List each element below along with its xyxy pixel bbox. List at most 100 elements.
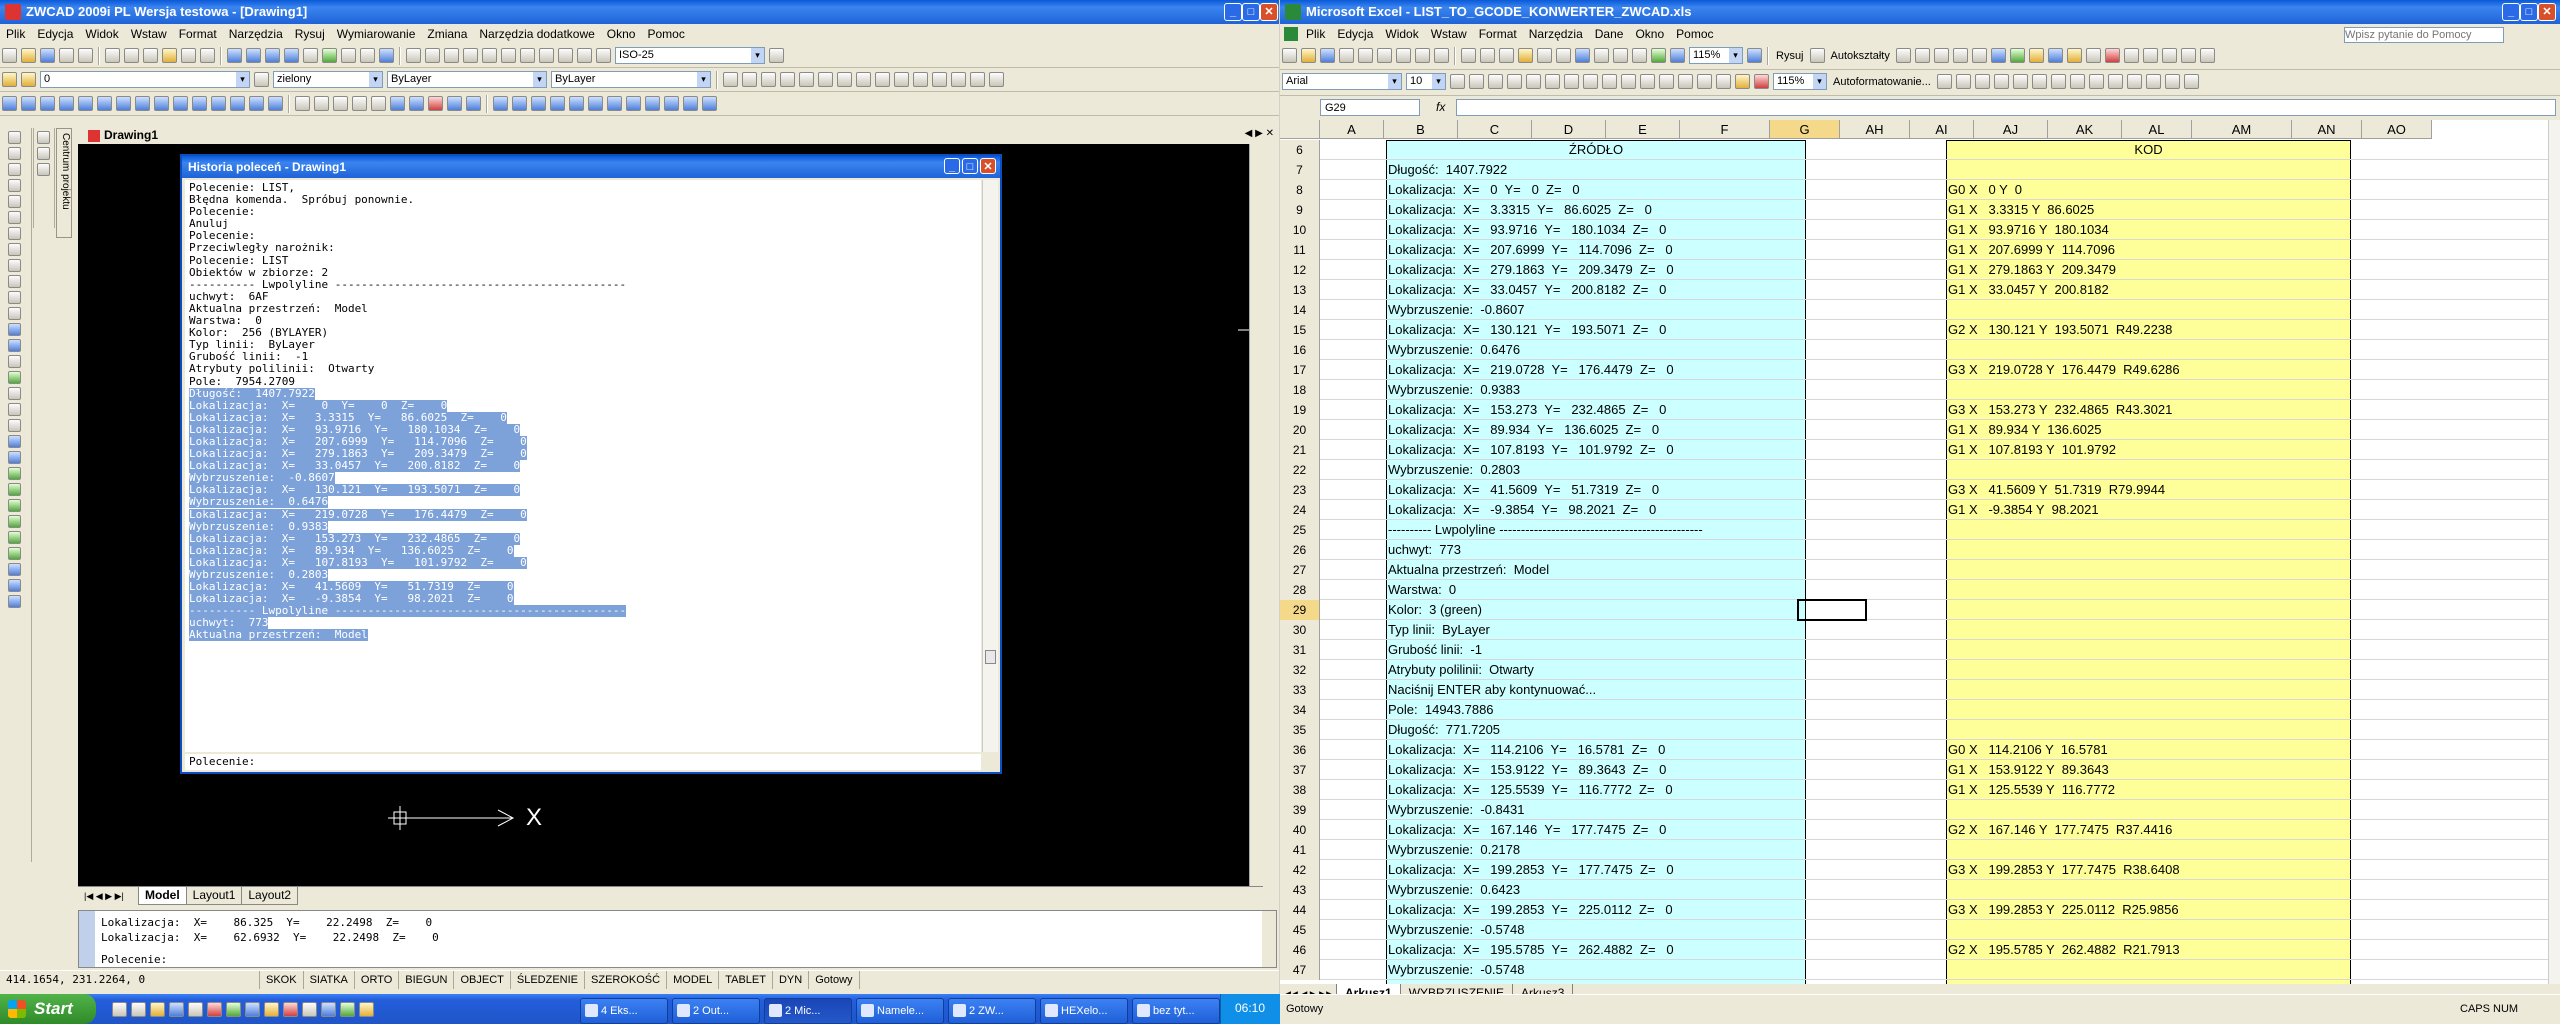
inc-dec-icon[interactable] [1640,74,1655,89]
source-cell[interactable]: Kolor: 3 (green) [1388,600,1798,620]
layer-merge-icon[interactable] [8,563,21,576]
dim-edit-icon[interactable] [577,48,592,63]
ql-icon-1[interactable] [112,1002,127,1017]
xl-cut-icon[interactable] [1461,48,1476,63]
source-cell[interactable]: Lokalizacja: X= -9.3854 Y= 98.2021 Z= 0 [1388,500,1798,520]
name-box[interactable] [1320,99,1420,116]
3d-wedge-icon[interactable] [78,96,93,111]
cad-menu-item[interactable]: Wymiarowanie [331,24,422,44]
source-cell[interactable]: Lokalizacja: X= 153.273 Y= 232.4865 Z= 0 [1388,400,1798,420]
code-cell[interactable] [1948,720,2348,740]
3d-cyl-icon[interactable] [40,96,55,111]
xl-paste-icon[interactable] [1499,48,1514,63]
row-header[interactable]: 11 [1280,240,1320,260]
xl-shadow-icon[interactable] [2180,48,2196,63]
xl-picture-icon[interactable] [2047,48,2063,63]
history-close-button[interactable]: ✕ [980,158,996,174]
indent-dec-icon[interactable] [1678,74,1693,89]
light-icon[interactable] [428,96,443,111]
source-cell[interactable]: Lokalizacja: X= 199.2853 Y= 225.0112 Z= … [1388,900,1798,920]
ellipse-icon[interactable] [8,291,21,304]
xl-redo-icon[interactable] [1556,48,1571,63]
source-cell[interactable]: Lokalizacja: X= 199.2853 Y= 177.7475 Z= … [1388,860,1798,880]
xl-linecolor-icon[interactable] [2085,48,2101,63]
snap-mid-icon[interactable] [742,72,757,87]
view-nw-icon[interactable] [664,96,679,111]
snap-ext-icon[interactable] [799,72,814,87]
code-cell[interactable] [1948,920,2348,940]
xl-fmt-e-icon[interactable] [2012,74,2028,89]
fill-color-icon[interactable] [1735,74,1750,89]
xl-clipart-icon[interactable] [2028,48,2044,63]
history-prompt[interactable]: Polecenie: [185,754,981,770]
3d-cone-icon[interactable] [59,96,74,111]
xl-select-icon[interactable] [1809,48,1825,63]
row-header[interactable]: 31 [1280,640,1320,660]
render-icon[interactable] [409,96,424,111]
xl-chart-icon[interactable] [1651,48,1666,63]
cad-menu-item[interactable]: Pomoc [641,24,690,44]
xl-mail-icon[interactable] [1358,48,1373,63]
save-icon[interactable] [40,48,55,63]
maximize-button[interactable]: □ [1242,3,1260,21]
row-header[interactable]: 14 [1280,300,1320,320]
column-header[interactable]: AK [2048,120,2122,139]
excel-menu-item[interactable]: Wstaw [1425,24,1473,44]
ql-icon-6[interactable] [207,1002,222,1017]
code-cell[interactable] [1948,160,2348,180]
xl-preview-icon[interactable] [1396,48,1411,63]
paste-icon[interactable] [143,48,158,63]
polygon-icon[interactable] [8,195,21,208]
layer-prev-icon[interactable] [8,435,21,448]
make-current-icon[interactable] [254,72,269,87]
ql-icon-9[interactable] [264,1002,279,1017]
source-cell[interactable]: Wybrzuszenie: 0.2803 [1388,460,1798,480]
code-cell[interactable] [1948,840,2348,860]
xl-spell-icon[interactable] [1415,48,1430,63]
code-cell[interactable]: G3 X 153.273 Y 232.4865 R43.3021 [1948,400,2348,420]
row-header[interactable]: 6 [1280,140,1320,160]
xl-oval-icon[interactable] [1952,48,1968,63]
source-cell[interactable]: Lokalizacja: X= 153.9122 Y= 89.3643 Z= 0 [1388,760,1798,780]
code-cell[interactable] [1948,340,2348,360]
shade-icon[interactable] [295,96,310,111]
3d-extrude-icon[interactable] [116,96,131,111]
snap-per-icon[interactable] [875,72,890,87]
snap-par-icon[interactable] [894,72,909,87]
tool-palette-icon[interactable] [341,48,356,63]
code-cell[interactable]: G2 X 195.5785 Y 262.4882 R21.7913 [1948,940,2348,960]
pan-icon[interactable] [227,48,242,63]
vertical-scrollbar[interactable] [1249,144,1263,886]
xl-copy-icon[interactable] [1480,48,1495,63]
source-cell[interactable]: Aktualna przestrzeń: Model [1388,560,1798,580]
column-header[interactable]: A [1320,120,1384,139]
ql-icon-14[interactable] [359,1002,374,1017]
row-header[interactable]: 35 [1280,720,1320,740]
view-se-icon[interactable] [626,96,641,111]
row-header[interactable]: 19 [1280,400,1320,420]
xl-save-icon[interactable] [1320,48,1335,63]
view-sw-icon[interactable] [607,96,622,111]
snap-settings-icon[interactable] [989,72,1004,87]
new-icon[interactable] [2,48,17,63]
lineweight-combo[interactable]: ByLayer [551,71,711,88]
xl-autosum-icon[interactable] [1594,48,1609,63]
code-cell[interactable] [1948,460,2348,480]
view-back-icon[interactable] [588,96,603,111]
copy-icon[interactable] [124,48,139,63]
layer-iso-icon[interactable] [8,451,21,464]
open-icon[interactable] [21,48,36,63]
source-cell[interactable]: Wybrzuszenie: 0.6476 [1388,340,1798,360]
dimstyle-icon[interactable] [769,48,784,63]
3d-torus-icon[interactable] [97,96,112,111]
xl-fmt-h-icon[interactable] [2069,74,2085,89]
source-cell[interactable]: Lokalizacja: X= 114.2106 Y= 16.5781 Z= 0 [1388,740,1798,760]
dim-angle-icon[interactable] [463,48,478,63]
taskbar-button[interactable]: 2 ZW... [948,998,1036,1024]
history-scroll-thumb[interactable] [985,650,996,664]
view-bottom-icon[interactable] [512,96,527,111]
xl-print-icon[interactable] [1377,48,1392,63]
code-cell[interactable]: G1 X 107.8193 Y 101.9792 [1948,440,2348,460]
properties-icon[interactable] [303,48,318,63]
row-header[interactable]: 7 [1280,160,1320,180]
